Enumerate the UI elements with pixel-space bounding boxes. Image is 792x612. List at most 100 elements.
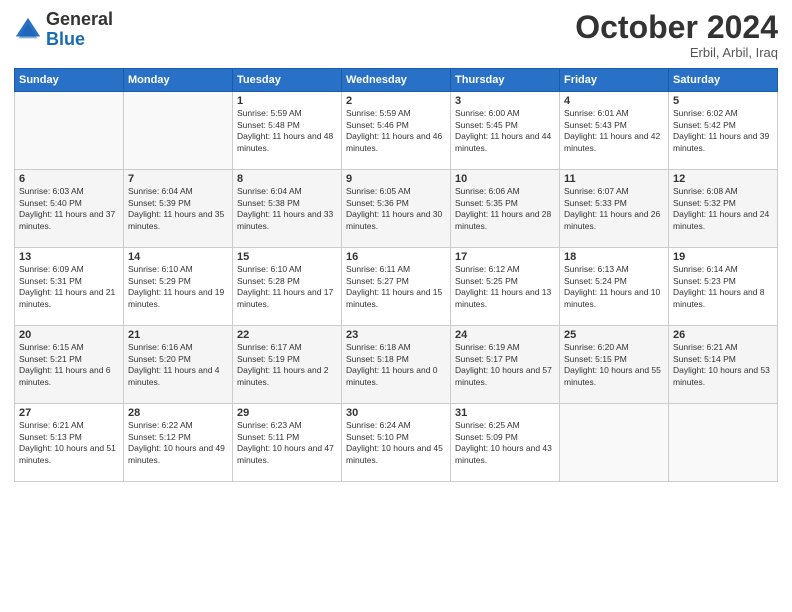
calendar-day-cell: 2Sunrise: 5:59 AM Sunset: 5:46 PM Daylig… xyxy=(342,92,451,170)
day-info: Sunrise: 6:20 AM Sunset: 5:15 PM Dayligh… xyxy=(564,342,664,388)
calendar-day-cell: 25Sunrise: 6:20 AM Sunset: 5:15 PM Dayli… xyxy=(560,326,669,404)
header: General Blue October 2024 Erbil, Arbil, … xyxy=(14,10,778,60)
day-number: 18 xyxy=(564,251,664,263)
calendar-day-cell: 5Sunrise: 6:02 AM Sunset: 5:42 PM Daylig… xyxy=(669,92,778,170)
day-number: 2 xyxy=(346,95,446,107)
day-number: 14 xyxy=(128,251,228,263)
calendar-day-cell: 24Sunrise: 6:19 AM Sunset: 5:17 PM Dayli… xyxy=(451,326,560,404)
day-info: Sunrise: 6:25 AM Sunset: 5:09 PM Dayligh… xyxy=(455,420,555,466)
calendar-day-cell: 23Sunrise: 6:18 AM Sunset: 5:18 PM Dayli… xyxy=(342,326,451,404)
calendar-week-row: 20Sunrise: 6:15 AM Sunset: 5:21 PM Dayli… xyxy=(15,326,778,404)
day-info: Sunrise: 6:14 AM Sunset: 5:23 PM Dayligh… xyxy=(673,264,773,310)
calendar-day-cell: 13Sunrise: 6:09 AM Sunset: 5:31 PM Dayli… xyxy=(15,248,124,326)
weekday-header: Wednesday xyxy=(342,69,451,92)
logo-text: General Blue xyxy=(46,10,113,50)
calendar-week-row: 1Sunrise: 5:59 AM Sunset: 5:48 PM Daylig… xyxy=(15,92,778,170)
day-number: 11 xyxy=(564,173,664,185)
calendar-day-cell: 15Sunrise: 6:10 AM Sunset: 5:28 PM Dayli… xyxy=(233,248,342,326)
weekday-header: Sunday xyxy=(15,69,124,92)
calendar-day-cell: 11Sunrise: 6:07 AM Sunset: 5:33 PM Dayli… xyxy=(560,170,669,248)
title-block: October 2024 Erbil, Arbil, Iraq xyxy=(575,10,778,60)
calendar-day-cell: 19Sunrise: 6:14 AM Sunset: 5:23 PM Dayli… xyxy=(669,248,778,326)
day-number: 3 xyxy=(455,95,555,107)
day-number: 13 xyxy=(19,251,119,263)
day-info: Sunrise: 6:13 AM Sunset: 5:24 PM Dayligh… xyxy=(564,264,664,310)
day-number: 17 xyxy=(455,251,555,263)
day-number: 8 xyxy=(237,173,337,185)
calendar-day-cell: 3Sunrise: 6:00 AM Sunset: 5:45 PM Daylig… xyxy=(451,92,560,170)
calendar-header-row: SundayMondayTuesdayWednesdayThursdayFrid… xyxy=(15,69,778,92)
logo: General Blue xyxy=(14,10,113,50)
calendar-day-cell: 30Sunrise: 6:24 AM Sunset: 5:10 PM Dayli… xyxy=(342,404,451,482)
day-number: 25 xyxy=(564,329,664,341)
day-number: 9 xyxy=(346,173,446,185)
day-info: Sunrise: 6:19 AM Sunset: 5:17 PM Dayligh… xyxy=(455,342,555,388)
calendar-day-cell: 20Sunrise: 6:15 AM Sunset: 5:21 PM Dayli… xyxy=(15,326,124,404)
calendar-day-cell: 10Sunrise: 6:06 AM Sunset: 5:35 PM Dayli… xyxy=(451,170,560,248)
calendar-day-cell xyxy=(560,404,669,482)
calendar-day-cell xyxy=(124,92,233,170)
day-info: Sunrise: 6:17 AM Sunset: 5:19 PM Dayligh… xyxy=(237,342,337,388)
weekday-header: Saturday xyxy=(669,69,778,92)
day-number: 7 xyxy=(128,173,228,185)
calendar-day-cell: 12Sunrise: 6:08 AM Sunset: 5:32 PM Dayli… xyxy=(669,170,778,248)
day-number: 31 xyxy=(455,407,555,419)
day-info: Sunrise: 6:21 AM Sunset: 5:13 PM Dayligh… xyxy=(19,420,119,466)
calendar-day-cell: 14Sunrise: 6:10 AM Sunset: 5:29 PM Dayli… xyxy=(124,248,233,326)
day-number: 23 xyxy=(346,329,446,341)
calendar-day-cell: 6Sunrise: 6:03 AM Sunset: 5:40 PM Daylig… xyxy=(15,170,124,248)
day-info: Sunrise: 6:23 AM Sunset: 5:11 PM Dayligh… xyxy=(237,420,337,466)
day-info: Sunrise: 6:16 AM Sunset: 5:20 PM Dayligh… xyxy=(128,342,228,388)
month-title: October 2024 xyxy=(575,10,778,45)
day-number: 24 xyxy=(455,329,555,341)
day-info: Sunrise: 6:03 AM Sunset: 5:40 PM Dayligh… xyxy=(19,186,119,232)
calendar-day-cell xyxy=(15,92,124,170)
day-info: Sunrise: 6:04 AM Sunset: 5:38 PM Dayligh… xyxy=(237,186,337,232)
day-number: 12 xyxy=(673,173,773,185)
day-info: Sunrise: 6:24 AM Sunset: 5:10 PM Dayligh… xyxy=(346,420,446,466)
calendar-day-cell: 17Sunrise: 6:12 AM Sunset: 5:25 PM Dayli… xyxy=(451,248,560,326)
day-number: 30 xyxy=(346,407,446,419)
day-number: 15 xyxy=(237,251,337,263)
location: Erbil, Arbil, Iraq xyxy=(575,45,778,60)
day-number: 10 xyxy=(455,173,555,185)
weekday-header: Tuesday xyxy=(233,69,342,92)
day-info: Sunrise: 6:10 AM Sunset: 5:28 PM Dayligh… xyxy=(237,264,337,310)
day-info: Sunrise: 6:01 AM Sunset: 5:43 PM Dayligh… xyxy=(564,108,664,154)
calendar-day-cell: 18Sunrise: 6:13 AM Sunset: 5:24 PM Dayli… xyxy=(560,248,669,326)
day-info: Sunrise: 6:08 AM Sunset: 5:32 PM Dayligh… xyxy=(673,186,773,232)
logo-icon xyxy=(14,16,42,44)
day-number: 22 xyxy=(237,329,337,341)
day-info: Sunrise: 6:06 AM Sunset: 5:35 PM Dayligh… xyxy=(455,186,555,232)
calendar-day-cell: 27Sunrise: 6:21 AM Sunset: 5:13 PM Dayli… xyxy=(15,404,124,482)
day-info: Sunrise: 6:05 AM Sunset: 5:36 PM Dayligh… xyxy=(346,186,446,232)
day-number: 1 xyxy=(237,95,337,107)
day-info: Sunrise: 6:11 AM Sunset: 5:27 PM Dayligh… xyxy=(346,264,446,310)
day-info: Sunrise: 5:59 AM Sunset: 5:46 PM Dayligh… xyxy=(346,108,446,154)
calendar-week-row: 13Sunrise: 6:09 AM Sunset: 5:31 PM Dayli… xyxy=(15,248,778,326)
calendar-day-cell: 28Sunrise: 6:22 AM Sunset: 5:12 PM Dayli… xyxy=(124,404,233,482)
weekday-header: Friday xyxy=(560,69,669,92)
calendar: SundayMondayTuesdayWednesdayThursdayFrid… xyxy=(14,68,778,482)
logo-line2: Blue xyxy=(46,30,113,50)
calendar-day-cell: 8Sunrise: 6:04 AM Sunset: 5:38 PM Daylig… xyxy=(233,170,342,248)
page: General Blue October 2024 Erbil, Arbil, … xyxy=(0,0,792,612)
calendar-day-cell: 29Sunrise: 6:23 AM Sunset: 5:11 PM Dayli… xyxy=(233,404,342,482)
day-info: Sunrise: 6:04 AM Sunset: 5:39 PM Dayligh… xyxy=(128,186,228,232)
day-info: Sunrise: 6:15 AM Sunset: 5:21 PM Dayligh… xyxy=(19,342,119,388)
day-number: 16 xyxy=(346,251,446,263)
day-number: 5 xyxy=(673,95,773,107)
day-info: Sunrise: 6:21 AM Sunset: 5:14 PM Dayligh… xyxy=(673,342,773,388)
day-number: 28 xyxy=(128,407,228,419)
calendar-day-cell: 7Sunrise: 6:04 AM Sunset: 5:39 PM Daylig… xyxy=(124,170,233,248)
day-info: Sunrise: 5:59 AM Sunset: 5:48 PM Dayligh… xyxy=(237,108,337,154)
day-number: 29 xyxy=(237,407,337,419)
calendar-day-cell: 9Sunrise: 6:05 AM Sunset: 5:36 PM Daylig… xyxy=(342,170,451,248)
calendar-day-cell: 22Sunrise: 6:17 AM Sunset: 5:19 PM Dayli… xyxy=(233,326,342,404)
calendar-day-cell: 4Sunrise: 6:01 AM Sunset: 5:43 PM Daylig… xyxy=(560,92,669,170)
calendar-week-row: 6Sunrise: 6:03 AM Sunset: 5:40 PM Daylig… xyxy=(15,170,778,248)
day-number: 27 xyxy=(19,407,119,419)
calendar-week-row: 27Sunrise: 6:21 AM Sunset: 5:13 PM Dayli… xyxy=(15,404,778,482)
day-info: Sunrise: 6:22 AM Sunset: 5:12 PM Dayligh… xyxy=(128,420,228,466)
day-number: 19 xyxy=(673,251,773,263)
